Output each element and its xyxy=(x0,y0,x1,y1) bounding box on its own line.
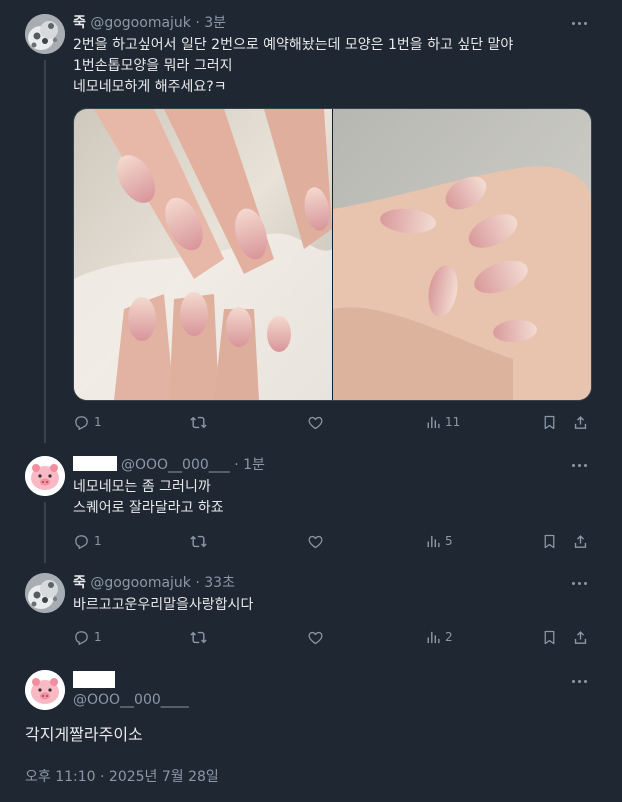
tweet-text-line: 바르고고운우리말을사랑합시다 xyxy=(73,597,254,613)
tweet-actions: 1 2 xyxy=(73,627,591,647)
bookmark-icon xyxy=(541,629,558,646)
like-button[interactable] xyxy=(307,531,324,551)
redacted-name xyxy=(73,671,115,688)
like-icon xyxy=(307,414,324,431)
nail-photo-1[interactable] xyxy=(74,109,332,400)
retweet-icon xyxy=(190,629,207,646)
display-name[interactable]: 죽 xyxy=(73,575,86,591)
tweet-text-line: 스퀘어로 잘라달라고 하죠 xyxy=(73,500,224,516)
tweet-text-line: 네모네모는 좀 그러니까 xyxy=(73,479,211,495)
tweet-text-line: 네모네모하게 해주세요?ㅋ xyxy=(73,79,227,95)
tweet-header: 죽 @gogoomajuk · 33초 xyxy=(73,574,235,592)
reply-count: 1 xyxy=(94,630,102,644)
tweet-3[interactable]: 죽 @gogoomajuk · 33초 바르고고운우리말을사랑합시다 1 2 xyxy=(0,563,622,658)
bookmark-button[interactable] xyxy=(541,412,558,432)
tweet-text: 네모네모는 좀 그러니까 스퀘어로 잘라달라고 하죠 xyxy=(73,477,224,519)
views-count: 5 xyxy=(445,534,453,548)
retweet-button[interactable] xyxy=(190,412,207,432)
tweet-header: @OOO__000___ · 1분 xyxy=(73,456,265,474)
reply-button[interactable]: 1 xyxy=(73,531,102,551)
share-button[interactable] xyxy=(572,627,589,647)
views-button[interactable]: 5 xyxy=(424,531,453,551)
retweet-button[interactable] xyxy=(190,531,207,551)
user-handle[interactable]: @OOO__000___ xyxy=(121,457,230,473)
tweet-1[interactable]: 죽 @gogoomajuk · 3분 2번을 하고싶어서 일단 2번으로 예약해… xyxy=(0,0,622,443)
tweet-text-line: 1번손톱모양을 뭐라 그러지 xyxy=(73,58,233,74)
display-name[interactable]: 죽 xyxy=(73,15,86,31)
avatar[interactable] xyxy=(25,670,65,710)
redacted-name xyxy=(73,456,117,471)
thread-line xyxy=(44,60,46,443)
user-handle[interactable]: @gogoomajuk xyxy=(90,575,191,591)
more-icon[interactable] xyxy=(570,574,590,592)
tweet-header: 죽 @gogoomajuk · 3분 xyxy=(73,14,226,32)
views-icon xyxy=(424,533,441,550)
more-icon[interactable] xyxy=(570,672,590,690)
share-icon xyxy=(572,414,589,431)
avatar[interactable] xyxy=(25,456,65,496)
more-icon[interactable] xyxy=(570,14,590,32)
bookmark-icon xyxy=(541,414,558,431)
bookmark-button[interactable] xyxy=(541,627,558,647)
main-tweet-text: 각지게짤라주이소 xyxy=(25,725,143,744)
reply-count: 1 xyxy=(94,534,102,548)
retweet-button[interactable] xyxy=(190,627,207,647)
views-count: 11 xyxy=(445,415,461,429)
views-icon xyxy=(424,629,441,646)
reply-icon xyxy=(73,533,90,550)
tweet-timestamp[interactable]: 오후 11:10 · 2025년 7월 28일 xyxy=(25,766,219,786)
nail-photo-2[interactable] xyxy=(333,109,591,400)
reply-button[interactable]: 1 xyxy=(73,412,102,432)
views-count: 2 xyxy=(445,630,453,644)
bookmark-icon xyxy=(541,533,558,550)
user-handle[interactable]: @OOO__000____ xyxy=(73,692,189,708)
thread-line xyxy=(44,502,46,563)
reply-count: 1 xyxy=(94,415,102,429)
tweet-time[interactable]: · 1분 xyxy=(234,457,265,473)
reply-icon xyxy=(73,629,90,646)
views-button[interactable]: 2 xyxy=(424,627,453,647)
share-icon xyxy=(572,533,589,550)
tweet-text-line: 2번을 하고싶어서 일단 2번으로 예약해놨는데 모양은 1번을 하고 싶단 말… xyxy=(73,37,514,53)
tweet-text: 바르고고운우리말을사랑합시다 xyxy=(73,595,253,616)
tweet-media[interactable] xyxy=(73,108,592,401)
tweet-2[interactable]: @OOO__000___ · 1분 네모네모는 좀 그러니까 스퀘어로 잘라달라… xyxy=(0,443,622,563)
like-button[interactable] xyxy=(307,627,324,647)
views-icon xyxy=(424,414,441,431)
avatar[interactable] xyxy=(25,14,65,54)
tweet-actions: 1 5 xyxy=(73,531,591,551)
tweet-time[interactable]: · 33초 xyxy=(195,575,235,591)
more-icon[interactable] xyxy=(570,456,590,474)
share-icon xyxy=(572,629,589,646)
tweet-time[interactable]: · 3분 xyxy=(195,15,226,31)
tweet-actions: 1 11 xyxy=(73,412,591,432)
retweet-icon xyxy=(190,533,207,550)
avatar[interactable] xyxy=(25,573,65,613)
tweet-text: 2번을 하고싶어서 일단 2번으로 예약해놨는데 모양은 1번을 하고 싶단 말… xyxy=(73,35,513,98)
like-icon xyxy=(307,629,324,646)
share-button[interactable] xyxy=(572,531,589,551)
user-handle[interactable]: @gogoomajuk xyxy=(90,15,191,31)
like-button[interactable] xyxy=(307,412,324,432)
share-button[interactable] xyxy=(572,412,589,432)
like-icon xyxy=(307,533,324,550)
retweet-icon xyxy=(190,414,207,431)
reply-icon xyxy=(73,414,90,431)
reply-button[interactable]: 1 xyxy=(73,627,102,647)
bookmark-button[interactable] xyxy=(541,531,558,551)
views-button[interactable]: 11 xyxy=(424,412,460,432)
